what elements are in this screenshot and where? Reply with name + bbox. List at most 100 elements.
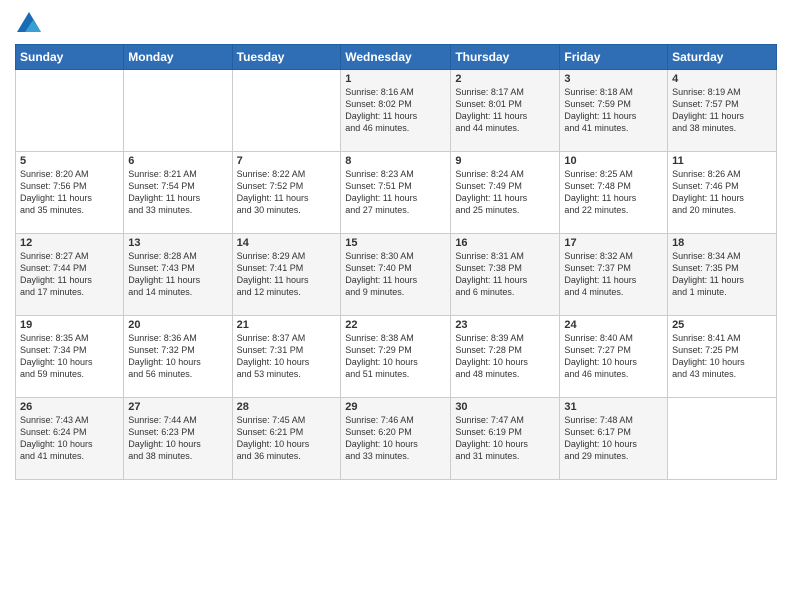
day-number: 6 xyxy=(128,155,227,167)
day-number: 25 xyxy=(672,319,772,331)
day-info: Sunrise: 8:28 AM Sunset: 7:43 PM Dayligh… xyxy=(128,250,227,299)
day-number: 8 xyxy=(345,155,446,167)
day-number: 13 xyxy=(128,237,227,249)
calendar-cell: 26Sunrise: 7:43 AM Sunset: 6:24 PM Dayli… xyxy=(16,398,124,480)
day-number: 18 xyxy=(672,237,772,249)
calendar-cell: 4Sunrise: 8:19 AM Sunset: 7:57 PM Daylig… xyxy=(668,70,777,152)
calendar-header-wednesday: Wednesday xyxy=(341,45,451,70)
calendar-header-thursday: Thursday xyxy=(451,45,560,70)
calendar-cell: 8Sunrise: 8:23 AM Sunset: 7:51 PM Daylig… xyxy=(341,152,451,234)
calendar-cell: 18Sunrise: 8:34 AM Sunset: 7:35 PM Dayli… xyxy=(668,234,777,316)
calendar-cell: 23Sunrise: 8:39 AM Sunset: 7:28 PM Dayli… xyxy=(451,316,560,398)
calendar-cell: 29Sunrise: 7:46 AM Sunset: 6:20 PM Dayli… xyxy=(341,398,451,480)
calendar-cell: 21Sunrise: 8:37 AM Sunset: 7:31 PM Dayli… xyxy=(232,316,341,398)
calendar-cell: 22Sunrise: 8:38 AM Sunset: 7:29 PM Dayli… xyxy=(341,316,451,398)
day-info: Sunrise: 8:38 AM Sunset: 7:29 PM Dayligh… xyxy=(345,332,446,381)
day-number: 4 xyxy=(672,73,772,85)
day-number: 31 xyxy=(564,401,663,413)
day-number: 26 xyxy=(20,401,119,413)
day-info: Sunrise: 8:30 AM Sunset: 7:40 PM Dayligh… xyxy=(345,250,446,299)
header xyxy=(15,10,777,38)
day-number: 5 xyxy=(20,155,119,167)
day-number: 7 xyxy=(237,155,337,167)
day-info: Sunrise: 8:31 AM Sunset: 7:38 PM Dayligh… xyxy=(455,250,555,299)
calendar-table: SundayMondayTuesdayWednesdayThursdayFrid… xyxy=(15,44,777,480)
calendar-cell xyxy=(668,398,777,480)
calendar-cell: 10Sunrise: 8:25 AM Sunset: 7:48 PM Dayli… xyxy=(560,152,668,234)
day-number: 12 xyxy=(20,237,119,249)
calendar-cell: 5Sunrise: 8:20 AM Sunset: 7:56 PM Daylig… xyxy=(16,152,124,234)
day-number: 9 xyxy=(455,155,555,167)
day-info: Sunrise: 8:41 AM Sunset: 7:25 PM Dayligh… xyxy=(672,332,772,381)
day-info: Sunrise: 8:25 AM Sunset: 7:48 PM Dayligh… xyxy=(564,168,663,217)
calendar-header-row: SundayMondayTuesdayWednesdayThursdayFrid… xyxy=(16,45,777,70)
calendar-cell xyxy=(16,70,124,152)
calendar-header-sunday: Sunday xyxy=(16,45,124,70)
day-number: 21 xyxy=(237,319,337,331)
day-info: Sunrise: 8:32 AM Sunset: 7:37 PM Dayligh… xyxy=(564,250,663,299)
calendar-cell: 25Sunrise: 8:41 AM Sunset: 7:25 PM Dayli… xyxy=(668,316,777,398)
logo-icon xyxy=(15,10,43,38)
calendar-header-tuesday: Tuesday xyxy=(232,45,341,70)
day-number: 11 xyxy=(672,155,772,167)
day-number: 24 xyxy=(564,319,663,331)
calendar-cell: 16Sunrise: 8:31 AM Sunset: 7:38 PM Dayli… xyxy=(451,234,560,316)
day-info: Sunrise: 8:24 AM Sunset: 7:49 PM Dayligh… xyxy=(455,168,555,217)
day-number: 1 xyxy=(345,73,446,85)
day-info: Sunrise: 7:46 AM Sunset: 6:20 PM Dayligh… xyxy=(345,414,446,463)
day-number: 17 xyxy=(564,237,663,249)
day-info: Sunrise: 7:48 AM Sunset: 6:17 PM Dayligh… xyxy=(564,414,663,463)
calendar-cell: 6Sunrise: 8:21 AM Sunset: 7:54 PM Daylig… xyxy=(124,152,232,234)
calendar-cell: 7Sunrise: 8:22 AM Sunset: 7:52 PM Daylig… xyxy=(232,152,341,234)
day-info: Sunrise: 8:20 AM Sunset: 7:56 PM Dayligh… xyxy=(20,168,119,217)
day-info: Sunrise: 8:26 AM Sunset: 7:46 PM Dayligh… xyxy=(672,168,772,217)
day-info: Sunrise: 8:16 AM Sunset: 8:02 PM Dayligh… xyxy=(345,86,446,135)
day-info: Sunrise: 8:19 AM Sunset: 7:57 PM Dayligh… xyxy=(672,86,772,135)
day-info: Sunrise: 8:22 AM Sunset: 7:52 PM Dayligh… xyxy=(237,168,337,217)
day-number: 30 xyxy=(455,401,555,413)
calendar-week-4: 19Sunrise: 8:35 AM Sunset: 7:34 PM Dayli… xyxy=(16,316,777,398)
day-number: 3 xyxy=(564,73,663,85)
calendar-week-5: 26Sunrise: 7:43 AM Sunset: 6:24 PM Dayli… xyxy=(16,398,777,480)
calendar-cell: 30Sunrise: 7:47 AM Sunset: 6:19 PM Dayli… xyxy=(451,398,560,480)
day-info: Sunrise: 7:44 AM Sunset: 6:23 PM Dayligh… xyxy=(128,414,227,463)
day-number: 20 xyxy=(128,319,227,331)
calendar-cell: 19Sunrise: 8:35 AM Sunset: 7:34 PM Dayli… xyxy=(16,316,124,398)
calendar-cell: 14Sunrise: 8:29 AM Sunset: 7:41 PM Dayli… xyxy=(232,234,341,316)
day-info: Sunrise: 7:47 AM Sunset: 6:19 PM Dayligh… xyxy=(455,414,555,463)
calendar-cell: 13Sunrise: 8:28 AM Sunset: 7:43 PM Dayli… xyxy=(124,234,232,316)
page: SundayMondayTuesdayWednesdayThursdayFrid… xyxy=(0,0,792,612)
calendar-cell xyxy=(124,70,232,152)
day-info: Sunrise: 8:23 AM Sunset: 7:51 PM Dayligh… xyxy=(345,168,446,217)
day-info: Sunrise: 8:35 AM Sunset: 7:34 PM Dayligh… xyxy=(20,332,119,381)
day-number: 14 xyxy=(237,237,337,249)
calendar-week-1: 1Sunrise: 8:16 AM Sunset: 8:02 PM Daylig… xyxy=(16,70,777,152)
calendar-cell: 9Sunrise: 8:24 AM Sunset: 7:49 PM Daylig… xyxy=(451,152,560,234)
logo xyxy=(15,10,47,38)
calendar-cell: 17Sunrise: 8:32 AM Sunset: 7:37 PM Dayli… xyxy=(560,234,668,316)
day-info: Sunrise: 8:17 AM Sunset: 8:01 PM Dayligh… xyxy=(455,86,555,135)
calendar-week-3: 12Sunrise: 8:27 AM Sunset: 7:44 PM Dayli… xyxy=(16,234,777,316)
day-info: Sunrise: 8:18 AM Sunset: 7:59 PM Dayligh… xyxy=(564,86,663,135)
calendar-cell: 11Sunrise: 8:26 AM Sunset: 7:46 PM Dayli… xyxy=(668,152,777,234)
day-number: 28 xyxy=(237,401,337,413)
day-info: Sunrise: 8:34 AM Sunset: 7:35 PM Dayligh… xyxy=(672,250,772,299)
calendar-cell: 1Sunrise: 8:16 AM Sunset: 8:02 PM Daylig… xyxy=(341,70,451,152)
day-info: Sunrise: 8:40 AM Sunset: 7:27 PM Dayligh… xyxy=(564,332,663,381)
calendar-week-2: 5Sunrise: 8:20 AM Sunset: 7:56 PM Daylig… xyxy=(16,152,777,234)
day-number: 2 xyxy=(455,73,555,85)
day-info: Sunrise: 8:37 AM Sunset: 7:31 PM Dayligh… xyxy=(237,332,337,381)
calendar-cell: 28Sunrise: 7:45 AM Sunset: 6:21 PM Dayli… xyxy=(232,398,341,480)
day-info: Sunrise: 8:29 AM Sunset: 7:41 PM Dayligh… xyxy=(237,250,337,299)
calendar-cell xyxy=(232,70,341,152)
calendar-cell: 12Sunrise: 8:27 AM Sunset: 7:44 PM Dayli… xyxy=(16,234,124,316)
calendar-cell: 15Sunrise: 8:30 AM Sunset: 7:40 PM Dayli… xyxy=(341,234,451,316)
day-number: 22 xyxy=(345,319,446,331)
calendar-cell: 27Sunrise: 7:44 AM Sunset: 6:23 PM Dayli… xyxy=(124,398,232,480)
day-info: Sunrise: 7:43 AM Sunset: 6:24 PM Dayligh… xyxy=(20,414,119,463)
day-number: 16 xyxy=(455,237,555,249)
calendar-header-saturday: Saturday xyxy=(668,45,777,70)
day-info: Sunrise: 8:36 AM Sunset: 7:32 PM Dayligh… xyxy=(128,332,227,381)
day-number: 15 xyxy=(345,237,446,249)
day-info: Sunrise: 8:21 AM Sunset: 7:54 PM Dayligh… xyxy=(128,168,227,217)
